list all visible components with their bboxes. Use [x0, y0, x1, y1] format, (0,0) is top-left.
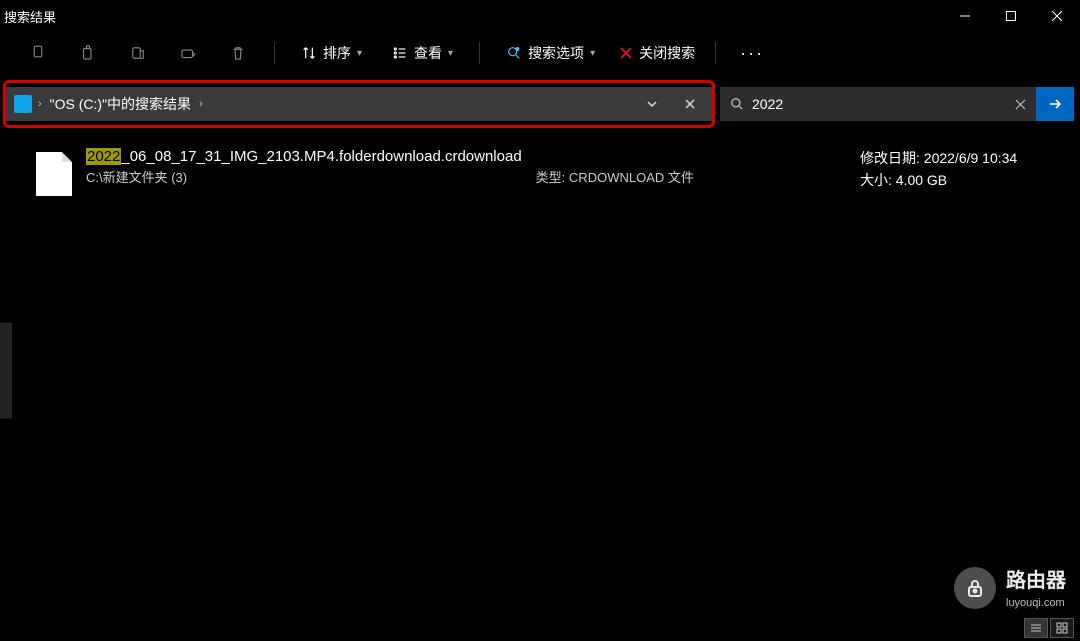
view-dropdown[interactable]: 查看 ▾: [386, 39, 459, 67]
details-view-button[interactable]: [1024, 618, 1048, 638]
separator: [274, 42, 275, 64]
copy-icon[interactable]: [72, 37, 104, 69]
minimize-button[interactable]: [942, 0, 988, 32]
view-icon: [392, 45, 408, 61]
file-type-value: CRDOWNLOAD 文件: [569, 170, 694, 185]
chevron-down-icon: ▾: [590, 48, 595, 59]
close-search-button[interactable]: 关闭搜索: [619, 43, 695, 63]
breadcrumb-separator: ›: [197, 98, 205, 110]
search-options-label: 搜索选项: [528, 43, 584, 63]
window-title: 搜索结果: [4, 7, 56, 26]
watermark-sub: luyouqi.com: [1006, 597, 1065, 609]
separator: [715, 42, 716, 64]
file-name-highlight: 2022: [86, 148, 121, 165]
search-box[interactable]: [720, 87, 1036, 121]
breadcrumb-separator: ›: [36, 98, 44, 110]
close-search-label: 关闭搜索: [639, 43, 695, 63]
watermark-icon: [954, 567, 996, 609]
drive-icon: [14, 95, 32, 113]
view-label: 查看: [414, 43, 442, 63]
file-type-label: 类型:: [536, 170, 566, 185]
file-path: C:\新建文件夹 (3): [86, 167, 522, 186]
delete-icon[interactable]: [222, 37, 254, 69]
file-modified: 修改日期: 2022/6/9 10:34: [860, 148, 1060, 168]
chevron-down-icon: ▾: [448, 48, 453, 59]
file-type: 类型: CRDOWNLOAD 文件: [536, 167, 796, 186]
close-button[interactable]: [1034, 0, 1080, 32]
sort-label: 排序: [323, 43, 351, 63]
address-bar-wrap: › "OS (C:)"中的搜索结果 ›: [6, 87, 712, 121]
watermark-title: 路由器: [1006, 564, 1066, 593]
file-name: 2022_06_08_17_31_IMG_2103.MP4.folderdown…: [86, 148, 522, 165]
clear-search-button[interactable]: [1015, 99, 1026, 110]
search-options-icon: [506, 45, 522, 61]
search-area: [720, 87, 1074, 121]
statusbar: [1024, 615, 1080, 641]
file-size: 大小: 4.00 GB: [860, 170, 1060, 190]
sort-icon: [301, 45, 317, 61]
file-modified-label: 修改日期:: [860, 150, 920, 166]
titlebar: 搜索结果: [0, 0, 1080, 32]
toolbar: 排序 ▾ 查看 ▾ 搜索选项 ▾ 关闭搜索 ···: [0, 32, 1080, 74]
results-list: 2022_06_08_17_31_IMG_2103.MP4.folderdown…: [0, 134, 1080, 641]
sort-dropdown[interactable]: 排序 ▾: [295, 39, 368, 67]
nav-row: › "OS (C:)"中的搜索结果 ›: [0, 74, 1080, 134]
refresh-stop-button[interactable]: [676, 90, 704, 118]
separator: [479, 42, 480, 64]
history-dropdown-button[interactable]: [638, 90, 666, 118]
close-icon: [619, 46, 633, 60]
file-name-rest: _06_08_17_31_IMG_2103.MP4.folderdownload…: [121, 148, 521, 165]
result-item[interactable]: 2022_06_08_17_31_IMG_2103.MP4.folderdown…: [36, 142, 1080, 202]
icons-view-button[interactable]: [1050, 618, 1074, 638]
file-name-overflow: [536, 148, 796, 165]
watermark: 路由器 luyouqi.com: [954, 564, 1066, 611]
address-bar[interactable]: › "OS (C:)"中的搜索结果 ›: [6, 87, 712, 121]
search-input[interactable]: [752, 96, 1007, 112]
cut-icon[interactable]: [22, 37, 54, 69]
file-size-label: 大小:: [860, 172, 892, 188]
main-pane: 2022_06_08_17_31_IMG_2103.MP4.folderdown…: [0, 134, 1080, 641]
chevron-down-icon: ▾: [357, 48, 362, 59]
paste-icon[interactable]: [122, 37, 154, 69]
file-size-value: 4.00 GB: [896, 172, 947, 188]
search-icon: [730, 97, 744, 111]
search-submit-button[interactable]: [1036, 87, 1074, 121]
rename-icon[interactable]: [172, 37, 204, 69]
breadcrumb[interactable]: "OS (C:)"中的搜索结果: [48, 94, 193, 114]
more-button[interactable]: ···: [736, 37, 768, 69]
file-modified-value: 2022/6/9 10:34: [924, 150, 1017, 166]
window-controls: [942, 0, 1080, 32]
left-edge-divider: [0, 130, 12, 611]
file-icon: [36, 152, 72, 196]
search-options-dropdown[interactable]: 搜索选项 ▾: [500, 39, 601, 67]
maximize-button[interactable]: [988, 0, 1034, 32]
